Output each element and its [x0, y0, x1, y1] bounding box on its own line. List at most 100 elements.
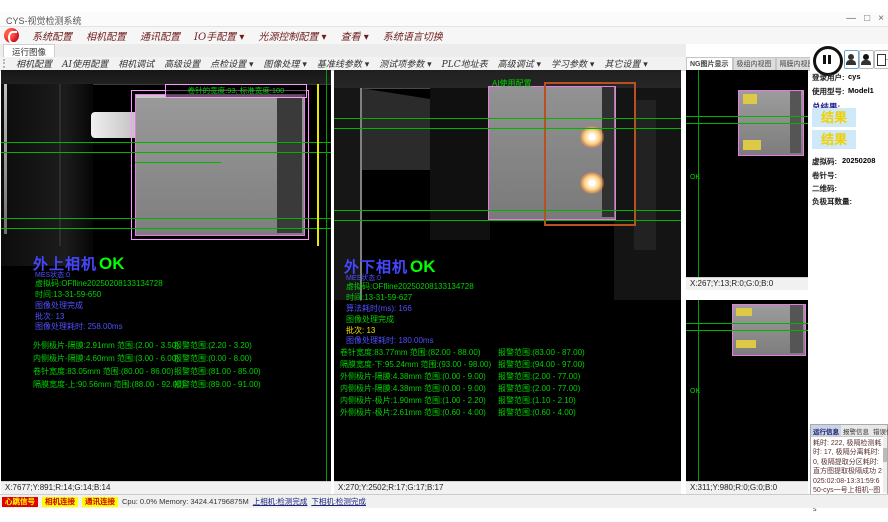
cpu-memory-status: Cpu: 0.0% Memory: 3424.41796875M — [122, 497, 249, 506]
preview-overlay-text: OK — [690, 174, 700, 181]
lower-camera-status: 下相机:检测完成 — [311, 496, 366, 507]
menu-view[interactable]: 查看 ▾ — [334, 28, 376, 43]
tool-test-params[interactable]: 测试项参数 ▾ — [374, 57, 436, 70]
ai-roi-label: AI使用配置 — [492, 78, 532, 89]
tool-ai-config[interactable]: AI使用配置 — [57, 57, 113, 70]
toolbar-grip — [3, 59, 8, 68]
tool-plc-address[interactable]: PLC地址表 — [437, 57, 493, 70]
tool-spotcheck-settings[interactable]: 点检设置 ▾ — [205, 57, 258, 70]
elapsed-line: 图像处理耗时: 258.00ms — [35, 321, 123, 332]
user-lock-icon — [863, 54, 869, 60]
preview-tab-ng[interactable]: NG图片显示 — [686, 57, 733, 71]
camera-view-lower[interactable]: AI使用配置 外下相机OK MES状态:0 虚拟码:OFfline2025020… — [334, 70, 681, 481]
tab-strip: 运行图像 — [0, 44, 686, 58]
coords-bar-preview-top: X:267;Y:13;R:0;G:0;B:0 — [686, 277, 808, 290]
pause-icon — [823, 55, 826, 64]
comm-link-badge: 通讯连接 — [82, 497, 118, 507]
maximize-icon[interactable]: □ — [864, 12, 870, 26]
exit-arrow-icon: → — [883, 53, 888, 63]
preview-tab-strip: NG图片显示 极组内视图 隔膜内视图 — [686, 57, 819, 70]
coords-bar-lower: X:270;Y:2502;R:17;G:17;B:17 — [334, 481, 681, 494]
heartbeat-badge: 心跳信号 — [2, 497, 38, 507]
upper-camera-status: 上相机:检测完成 — [253, 496, 308, 507]
time-line: 时间:13-31-59-627 — [346, 292, 412, 303]
measure-row: 卷针宽度:83.05mm 范围:(80.00 - 86.00)报警范围:(81.… — [33, 366, 329, 379]
tool-baseline-params[interactable]: 基准线参数 ▾ — [312, 57, 374, 70]
log-tab-run[interactable]: 运行信息 — [811, 425, 841, 436]
menu-camera-config[interactable]: 相机配置 — [79, 28, 133, 43]
login-user-button[interactable] — [844, 50, 859, 69]
coords-bar-preview-bottom: X:311;Y:980;R:0;G:0;B:0 — [686, 481, 808, 494]
menu-comm-config[interactable]: 通讯配置 — [133, 28, 187, 43]
menu-io-config[interactable]: IO手配置 ▾ — [187, 28, 251, 43]
preview-overlay-text: OK — [690, 388, 700, 395]
tool-image-processing[interactable]: 图像处理 ▾ — [259, 57, 312, 70]
menu-light-config[interactable]: 光源控制配置 ▾ — [251, 28, 333, 43]
measure-row: 内侧极片-隔膜:4.60mm 范围:(3.00 - 6.00)报警范围:(0.0… — [33, 353, 329, 366]
log-tab-error[interactable]: 错误信息 — [871, 425, 888, 436]
tab-highlight — [580, 172, 604, 194]
model-value: Model1 — [848, 86, 874, 95]
qr-code-label: 二维码: — [812, 183, 837, 194]
close-icon[interactable]: × — [878, 12, 884, 26]
camera-view-upper[interactable]: 卷针的宽度:93, 标准宽度:100 外上相机OK MES状态:0 虚拟码:OF… — [1, 70, 331, 481]
menu-bar: 系统配置 相机配置 通讯配置 IO手配置 ▾ 光源控制配置 ▾ 查看 ▾ 系统语… — [0, 27, 888, 44]
tool-camera-config[interactable]: 相机配置 — [11, 57, 57, 70]
login-user-value: cys — [848, 72, 861, 81]
status-bar: 心跳信号 相机连接 通讯连接 Cpu: 0.0% Memory: 3424.41… — [0, 494, 888, 508]
login-user-label: 登录用户: — [812, 72, 845, 83]
toolbar: 相机配置 AI使用配置 相机调试 高级设置 点检设置 ▾ 图像处理 ▾ 基准线参… — [0, 57, 686, 71]
preview-top[interactable]: OK — [686, 70, 808, 277]
measure-row: 内侧极片-隔膜:4.38mm 范围:(0.00 - 9.00)报警范围:(2.0… — [340, 383, 675, 395]
preview-bottom[interactable]: OK — [686, 300, 808, 481]
tab-run-image[interactable]: 运行图像 — [3, 44, 55, 58]
roi-rect-orange — [544, 82, 636, 226]
tool-other-settings[interactable]: 其它设置 ▾ — [599, 57, 652, 70]
window-controls: — □ × — [846, 12, 884, 26]
log-scrollbar[interactable] — [883, 436, 887, 493]
tool-learn-params[interactable]: 学习参数 ▾ — [546, 57, 599, 70]
tool-camera-debug[interactable]: 相机调试 — [113, 57, 159, 70]
done-line: 图像处理完成 — [346, 314, 394, 325]
ok-status: OK — [99, 254, 125, 273]
algo-line: 算法耗时(ms): 166 — [346, 303, 412, 314]
window-title: CYS-视觉检测系统 — [6, 14, 82, 27]
tab-highlight — [580, 126, 604, 148]
menu-system-config[interactable]: 系统配置 — [25, 28, 79, 43]
preview-tab-cell[interactable]: 极组内视图 — [733, 57, 776, 71]
lock-user-button[interactable] — [859, 50, 874, 69]
measure-rows: 卷针宽度:83.77mm 范围:(82.00 - 88.00)报警范围:(83.… — [340, 347, 675, 419]
side-panel: → 登录用户: cys 使用型号: Model1 总结果: 结果 结果 虚拟码:… — [810, 44, 888, 493]
minimize-icon[interactable]: — — [846, 12, 856, 26]
tool-advanced-debug[interactable]: 高级调试 ▾ — [493, 57, 546, 70]
camera-link-badge: 相机连接 — [42, 497, 78, 507]
vcode-value: 20250208 — [842, 156, 875, 165]
measure-row: 外侧极片-隔膜:2.91mm 范围:(2.00 - 3.50)报警范围:(2.2… — [33, 340, 329, 353]
measure-row: 外侧极片-极片:2.61mm 范围:(0.60 - 4.00)报警范围:(0.6… — [340, 407, 675, 419]
tool-advanced-settings[interactable]: 高级设置 — [159, 57, 205, 70]
log-tab-alarm[interactable]: 报警信息 — [841, 425, 871, 436]
log-panel: 运行信息 报警信息 错误信息 耗时: 222, 极隔检测耗时: 17, 极隔分离… — [810, 424, 888, 495]
barcode-line: 虚拟码:OFfline20250208133134728 — [346, 281, 474, 292]
time-line: 时间:13-31-59-650 — [35, 289, 101, 300]
barcode-line: 虚拟码:OFfline20250208133134728 — [35, 278, 163, 289]
app-logo-icon — [4, 28, 19, 43]
vcode-label: 虚拟码: — [812, 156, 837, 167]
ok-status: OK — [410, 257, 436, 276]
menu-language-switch[interactable]: 系统语言切换 — [376, 28, 450, 43]
green-guide-line — [326, 70, 327, 481]
coords-bar-upper: X:7677;Y:891;R:14;G:14;B:14 — [1, 481, 331, 494]
model-label: 使用型号: — [812, 86, 845, 97]
measure-row: 外侧极片-隔膜:4.38mm 范围:(0.00 - 9.00)报警范围:(2.0… — [340, 371, 675, 383]
done-line: 图像处理完成 — [35, 300, 83, 311]
measure-row: 卷针宽度:83.77mm 范围:(82.00 - 88.00)报警范围:(83.… — [340, 347, 675, 359]
exit-button[interactable]: → — [874, 50, 888, 69]
yellow-guide-line — [317, 84, 319, 246]
user-icon — [848, 54, 854, 60]
neg-tab-count-label: 负极耳数量: — [812, 196, 852, 207]
elapsed-line: 图像处理耗时: 180.00ms — [346, 335, 434, 346]
width-roi-label: 卷针的宽度:93, 标准宽度:100 — [165, 84, 307, 98]
pin-number-label: 卷针号: — [812, 170, 837, 181]
title-bar: CYS-视觉检测系统 — □ × — [0, 12, 888, 27]
result-box-upper: 结果 — [812, 108, 856, 127]
